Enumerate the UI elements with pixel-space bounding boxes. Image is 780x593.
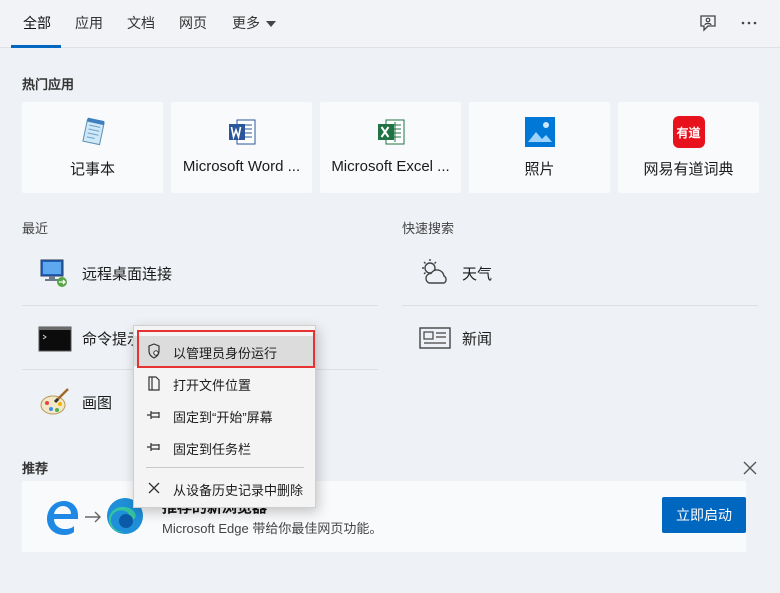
news-icon — [419, 327, 451, 349]
quick-search-weather[interactable]: 天气 — [402, 241, 758, 305]
more-options-icon[interactable] — [738, 12, 760, 34]
tab-all[interactable]: 全部 — [23, 13, 51, 33]
excel-icon — [377, 119, 404, 145]
remote-desktop-icon — [40, 259, 67, 287]
hot-apps-title: 热门应用 — [22, 77, 75, 92]
pin-icon — [146, 407, 162, 423]
menu-divider — [146, 467, 304, 468]
menu-item-pin-to-taskbar[interactable]: 固定到任务栏 — [134, 432, 315, 462]
tab-bar: 全部 应用 文档 网页 更多 — [0, 0, 780, 48]
app-tile-label: 网易有道词典 — [643, 161, 734, 178]
tab-more-label: 更多 — [232, 15, 260, 31]
app-tile-excel[interactable]: Microsoft Excel ... — [320, 102, 461, 193]
youdao-icon-text: 有道 — [676, 125, 701, 140]
menu-item-label: 固定到“开始”屏幕 — [173, 410, 273, 425]
menu-item-remove-from-history[interactable]: 从设备历史记录中删除 — [134, 473, 315, 503]
app-tile-label: Microsoft Excel ... — [331, 158, 450, 175]
legacy-edge-icon — [47, 501, 78, 535]
menu-item-label: 打开文件位置 — [173, 378, 252, 393]
recommend-card: 推荐的新浏览器 Microsoft Edge 带给你最佳网页功能。 立即启动 — [22, 481, 746, 552]
close-icon[interactable] — [739, 457, 761, 479]
recommend-subtitle: Microsoft Edge 带给你最佳网页功能。 — [162, 521, 383, 536]
weather-icon — [422, 259, 447, 284]
menu-item-label: 固定到任务栏 — [173, 442, 252, 457]
quick-search-news[interactable]: 新闻 — [402, 306, 758, 370]
paint-icon — [40, 388, 69, 415]
recent-item-label: 远程桌面连接 — [82, 266, 173, 283]
app-tile-label: 照片 — [524, 161, 555, 178]
menu-item-open-file-location[interactable]: 打开文件位置 — [134, 368, 315, 398]
photos-icon — [524, 117, 555, 147]
launch-now-button[interactable]: 立即启动 — [662, 497, 746, 533]
menu-item-label: 从设备历史记录中删除 — [173, 483, 304, 498]
tab-documents[interactable]: 文档 — [127, 13, 155, 33]
app-tile-youdao[interactable]: 有道 网易有道词典 — [618, 102, 759, 193]
app-tile-word[interactable]: Microsoft Word ... — [171, 102, 312, 193]
feedback-icon[interactable] — [697, 12, 719, 34]
quick-search-label: 天气 — [462, 266, 493, 283]
delete-icon — [146, 480, 162, 496]
menu-item-run-as-admin[interactable]: 以管理员身份运行 — [134, 336, 315, 366]
pin-icon — [146, 439, 162, 455]
word-icon — [228, 119, 255, 145]
app-tile-notepad[interactable]: 记事本 — [22, 102, 163, 193]
youdao-icon: 有道 — [672, 116, 705, 148]
quick-search-title: 快速搜索 — [402, 221, 455, 236]
folder-icon — [146, 375, 162, 391]
command-prompt-icon — [38, 326, 72, 352]
app-tile-label: 记事本 — [69, 161, 115, 178]
active-tab-indicator — [11, 45, 61, 48]
recent-title: 最近 — [22, 221, 49, 236]
quick-search-label: 新闻 — [462, 331, 493, 348]
app-tile-label: Microsoft Word ... — [182, 158, 301, 175]
tab-more[interactable]: 更多 — [232, 13, 276, 33]
arrow-right-icon — [85, 511, 101, 523]
recent-item-label: 画图 — [82, 395, 113, 412]
shield-icon — [146, 343, 162, 359]
recommend-title: 推荐 — [22, 461, 49, 476]
app-tile-photos[interactable]: 照片 — [469, 102, 610, 193]
tab-web[interactable]: 网页 — [179, 13, 207, 33]
tab-apps[interactable]: 应用 — [75, 13, 103, 33]
chevron-down-icon — [266, 21, 276, 28]
context-menu: 以管理员身份运行 打开文件位置 固定到“开始”屏幕 固定到任务栏 从设备历史记录… — [133, 325, 316, 508]
menu-item-pin-to-start[interactable]: 固定到“开始”屏幕 — [134, 400, 315, 430]
recent-item-remote-desktop[interactable]: 远程桌面连接 — [22, 241, 378, 305]
menu-item-label: 以管理员身份运行 — [173, 346, 278, 361]
notepad-icon — [81, 117, 105, 146]
